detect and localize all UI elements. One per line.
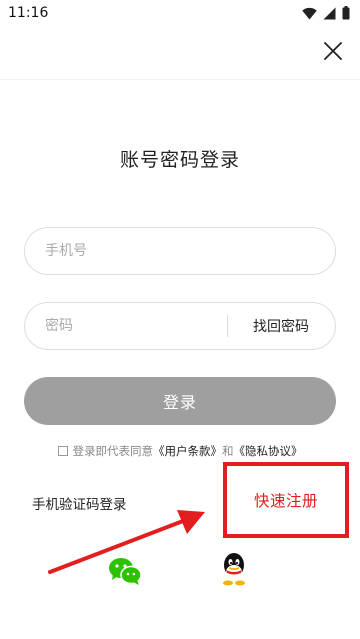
password-input[interactable] [25, 302, 227, 350]
wechat-login-button[interactable] [108, 556, 142, 586]
agreement-and: 和 [222, 444, 234, 458]
agreement-prefix: 登录即代表同意 [72, 444, 154, 458]
battery-icon [342, 6, 350, 20]
status-time: 11:16 [8, 5, 49, 21]
login-button[interactable]: 登录 [24, 377, 336, 425]
phone-field-container [24, 227, 336, 275]
qq-icon [220, 553, 248, 590]
password-field-container: 找回密码 [24, 302, 336, 350]
qq-login-button[interactable] [220, 552, 248, 586]
close-icon [324, 42, 342, 64]
agreement-row: 登录即代表同意 《用户条款》 和 《隐私协议》 [0, 443, 360, 459]
signal-icon [323, 7, 336, 20]
phone-input[interactable] [25, 227, 335, 275]
page-title: 账号密码登录 [119, 149, 240, 171]
wechat-icon [108, 558, 142, 590]
privacy-link[interactable]: 《隐私协议》 [234, 443, 303, 459]
forgot-password-link[interactable]: 找回密码 [228, 316, 335, 336]
sms-login-link[interactable]: 手机验证码登录 [32, 493, 127, 513]
status-bar: 11:16 [0, 0, 360, 26]
top-bar [0, 26, 360, 80]
register-link[interactable]: 快速注册 [254, 489, 318, 511]
register-highlight-box: 快速注册 [223, 462, 349, 538]
terms-link[interactable]: 《用户条款》 [153, 443, 222, 459]
status-icons [302, 6, 350, 20]
agreement-checkbox[interactable] [57, 446, 68, 456]
close-button[interactable] [320, 40, 346, 66]
wifi-icon [302, 7, 317, 20]
